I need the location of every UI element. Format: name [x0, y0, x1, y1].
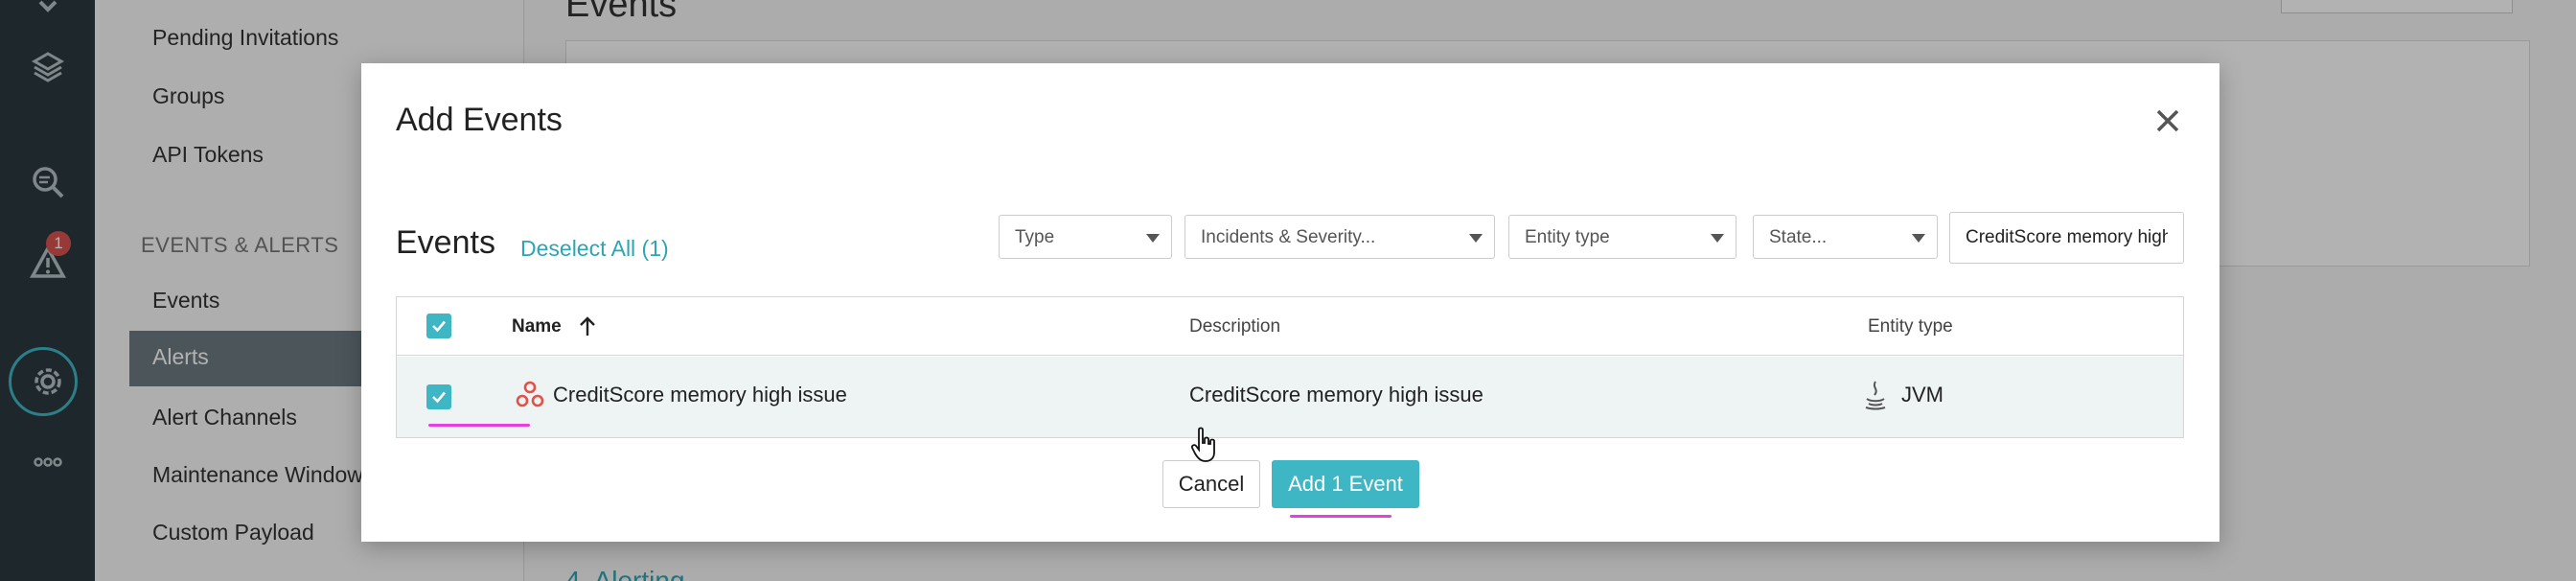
type-filter-label: Type	[1015, 227, 1055, 247]
add-event-button[interactable]: Add 1 Event	[1272, 460, 1419, 508]
events-table: Name Description Entity type CreditScore…	[396, 296, 2184, 438]
chevron-down-icon	[1912, 234, 1925, 243]
incidents-filter-label: Incidents & Severity...	[1201, 227, 1376, 247]
column-name-header[interactable]: Name	[512, 316, 562, 337]
row-description: CreditScore memory high issue	[1189, 383, 1484, 407]
search-input[interactable]	[1949, 212, 2184, 264]
highlight-underline	[1290, 515, 1392, 518]
entity-type-filter[interactable]: Entity type	[1508, 215, 1736, 259]
cancel-button[interactable]: Cancel	[1162, 460, 1260, 508]
incidents-severity-filter[interactable]: Incidents & Severity...	[1184, 215, 1495, 259]
close-icon[interactable]	[2152, 105, 2183, 136]
table-row[interactable]: CreditScore memory high issue CreditScor…	[397, 357, 2183, 437]
column-description-header[interactable]: Description	[1189, 316, 1280, 337]
chevron-down-icon	[1711, 234, 1724, 243]
row-checkbox[interactable]	[426, 384, 451, 409]
chevron-down-icon	[1146, 234, 1160, 243]
chevron-down-icon	[1469, 234, 1483, 243]
table-header: Name Description Entity type	[397, 297, 2183, 356]
type-filter[interactable]: Type	[999, 215, 1172, 259]
row-entity-type: JVM	[1901, 383, 1944, 407]
state-filter[interactable]: State...	[1753, 215, 1938, 259]
java-icon	[1865, 381, 1886, 410]
select-all-checkbox[interactable]	[426, 314, 451, 338]
row-name: CreditScore memory high issue	[553, 383, 847, 407]
highlight-underline	[428, 424, 530, 427]
deselect-all-link[interactable]: Deselect All (1)	[520, 236, 669, 262]
events-heading: Events	[396, 224, 495, 261]
sort-ascending-icon[interactable]	[578, 314, 597, 337]
modal-title: Add Events	[396, 102, 563, 138]
entity-type-filter-label: Entity type	[1525, 227, 1610, 247]
add-events-modal: Add Events Events Deselect All (1) Type …	[361, 63, 2220, 542]
event-type-icon	[516, 381, 544, 407]
hand-cursor-icon	[1190, 427, 1215, 462]
state-filter-label: State...	[1769, 227, 1828, 247]
column-entity-type-header[interactable]: Entity type	[1868, 316, 1953, 337]
